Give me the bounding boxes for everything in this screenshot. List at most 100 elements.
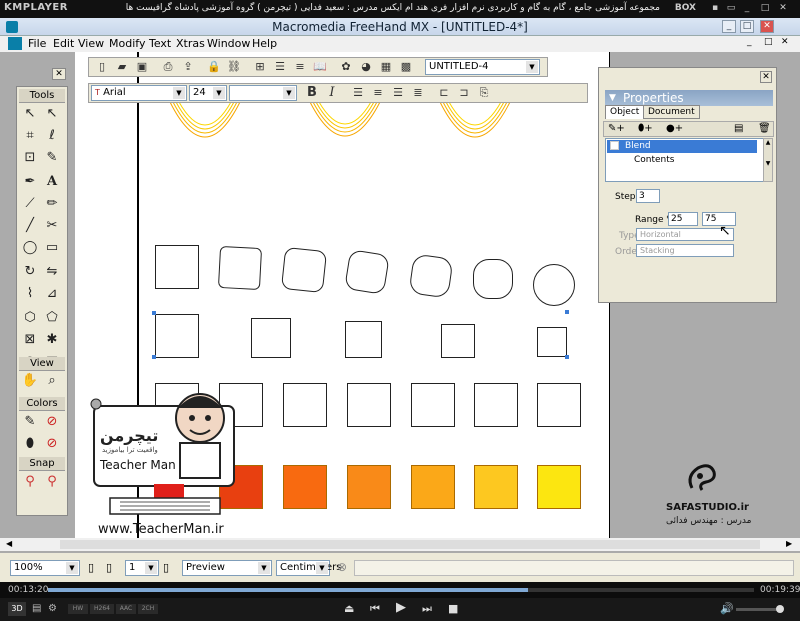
tree-item-blend[interactable]: Blend [607,140,757,153]
import-icon[interactable]: ⎙ [161,60,175,74]
collapse-icon[interactable]: ▼ [609,90,616,106]
eyedropper-tool-icon[interactable]: ✎ [43,149,61,167]
subselect-tool-icon[interactable]: ↖ [43,105,61,123]
lock-icon[interactable]: 🔒 [207,60,221,74]
page-next-icon[interactable]: ▯ [106,561,112,574]
rotate-tool-icon[interactable]: ↻ [21,263,39,281]
doc-minimize-icon[interactable]: _ [747,37,752,47]
ellipse-tool-icon[interactable]: ◯ [21,239,39,257]
save-icon[interactable]: ▣ [135,60,149,74]
blend-circle[interactable] [533,264,575,306]
view-mode-select[interactable]: Preview ▼ [182,560,272,576]
maximize-icon[interactable]: □ [760,4,770,13]
page-prev-icon[interactable]: ▯ [88,561,94,574]
badge-3d[interactable]: 3D [8,602,26,616]
style-select[interactable]: ▼ [229,85,297,101]
text-wrap-icon[interactable]: ⎘ [477,86,491,100]
freeform-tool-icon[interactable]: ⌇ [21,285,39,303]
menu-icon[interactable]: ▤ [32,603,41,614]
align-icon[interactable]: ⊞ [253,60,267,74]
trash-icon[interactable]: 🗑 [758,123,771,134]
tree-scrollbar[interactable]: ▲ ▼ [763,138,773,182]
duplicate-icon[interactable]: ▤ [734,123,743,134]
color-swatch-4[interactable] [411,465,455,509]
skew-tool-icon[interactable]: ⊿ [43,285,61,303]
seek-track[interactable] [48,588,754,592]
zoom-tool-icon[interactable]: ⌕ [43,372,61,390]
rectangle-tool-icon[interactable]: ▭ [43,239,61,257]
menu-view[interactable]: View [78,37,104,50]
blend-shape-3[interactable] [280,246,328,294]
close-button[interactable]: ✕ [760,20,774,33]
units-select[interactable]: Centimeters ▼ [276,560,341,576]
pencil-tool-icon[interactable]: ✏ [43,195,61,213]
eject-icon[interactable]: ⏏ [344,602,354,615]
tab-object[interactable]: Object [605,105,645,119]
styles-icon[interactable]: ≡ [293,60,307,74]
add-fill-icon[interactable]: ⬮+ [638,123,653,134]
color-swatch-3[interactable] [347,465,391,509]
color-swatch-2[interactable] [283,465,327,509]
size-blend-2[interactable] [251,318,291,358]
volume-icon[interactable]: 🔊 [720,602,734,615]
menu-file[interactable]: File [28,37,46,50]
font-size-select[interactable]: 24 ▼ [189,85,227,101]
scroll-thumb[interactable] [60,540,760,549]
blend-shape-4[interactable] [344,249,390,295]
doc-restore-icon[interactable]: □ [764,37,773,47]
bezigon-tool-icon[interactable]: ⟋ [21,195,39,213]
page-select[interactable]: 1 ▼ [125,560,159,576]
zoom-select[interactable]: 100% ▼ [10,560,80,576]
doc-close-icon[interactable]: ✕ [781,37,789,47]
unlock-icon[interactable]: ⛓ [227,60,241,74]
square-row3-3[interactable] [283,383,327,427]
selection-handle-tl[interactable] [152,311,156,315]
settings-icon[interactable]: ⚙ [48,603,57,614]
export-icon[interactable]: ⇪ [181,60,195,74]
symbols-icon[interactable]: ✿ [339,60,353,74]
tools-close-icon[interactable]: ✕ [52,68,66,80]
menu-edit[interactable]: Edit [53,37,74,50]
size-blend-1[interactable] [155,314,199,358]
font-select[interactable]: T Arial ▼ [91,85,187,101]
italic-button[interactable]: I [325,86,339,100]
square-row3-4[interactable] [347,383,391,427]
minimize-icon[interactable]: _ [742,4,752,13]
justify-icon[interactable]: ≣ [411,86,425,100]
stroke-none-icon[interactable]: ⊘ [43,413,61,431]
tree-item-contents[interactable]: Contents [634,155,674,165]
graphic-hose-icon[interactable]: ✱ [43,331,61,349]
box-button[interactable]: BOX [675,3,696,13]
menu-text[interactable]: Text [149,37,171,50]
scale-tool-icon[interactable]: ⊡ [21,149,39,167]
previous-icon[interactable]: ⏮ [370,602,380,616]
open-icon[interactable]: ▰ [115,60,129,74]
snap-to-point-icon[interactable]: ⚲ [21,473,39,491]
horizontal-scrollbar[interactable]: ◀ ▶ [0,538,800,552]
tints-icon[interactable]: ▩ [399,60,413,74]
wave-blend-artwork[interactable] [165,92,585,172]
stroke-color-icon[interactable]: ✎ [21,413,39,431]
pen-tool-icon[interactable]: ✒ [21,173,39,191]
flow-inside-icon[interactable]: ⊐ [457,86,471,100]
page-add-icon[interactable]: ▯ [163,561,169,574]
bold-button[interactable]: B [305,86,319,100]
page-tool-icon[interactable]: ⌗ [21,127,39,145]
next-icon[interactable]: ⏭ [422,602,432,616]
scroll-right-icon[interactable]: ▶ [786,539,792,548]
perspective-tool-icon[interactable]: ⬡ [21,309,39,327]
tab-document[interactable]: Document [643,105,700,119]
selection-handle-bl[interactable] [152,355,156,359]
fill-none-icon[interactable]: ⊘ [43,435,61,453]
close-icon[interactable]: ✕ [778,4,788,13]
swatches-icon[interactable]: ▦ [379,60,393,74]
align-left-icon[interactable]: ☰ [351,86,365,100]
menu-window[interactable]: Window [207,37,250,50]
trace-tool-icon[interactable]: ⊠ [21,331,39,349]
volume-knob[interactable] [776,605,784,613]
color-swatch-5[interactable] [474,465,518,509]
lasso-tool-icon[interactable]: ℓ [43,127,61,145]
blend-shape-2[interactable] [217,245,263,291]
scroll-left-icon[interactable]: ◀ [6,539,12,548]
blend-shape-6[interactable] [473,259,513,299]
